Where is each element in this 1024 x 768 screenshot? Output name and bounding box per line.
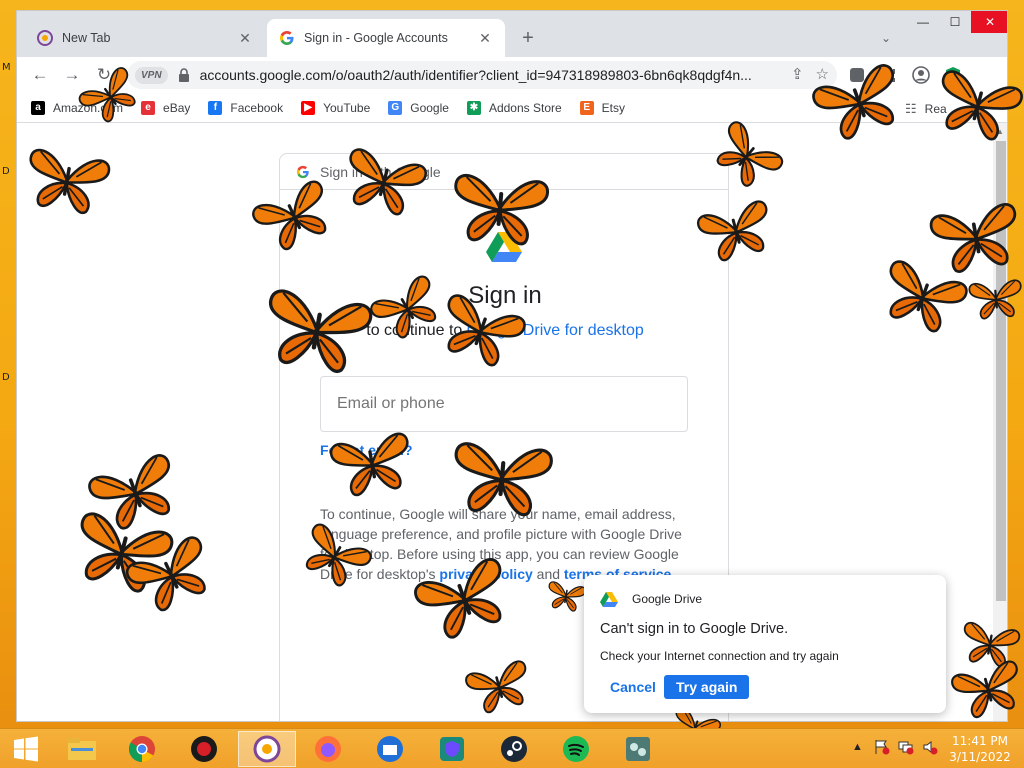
butterfly-decoration: [29, 148, 111, 215]
desktop-edge: M D D: [0, 0, 16, 728]
desktop-icon-label[interactable]: M: [2, 62, 11, 73]
tor-browser-icon: [37, 30, 53, 46]
bookmark-item[interactable]: e eBay: [141, 100, 191, 115]
desktop-icon-label[interactable]: D: [2, 372, 10, 383]
chrome-icon[interactable]: [116, 731, 168, 767]
notification-title: Can't sign in to Google Drive.: [600, 621, 789, 637]
bookmark-label: Addons Store: [488, 100, 562, 115]
notification-body: Check your Internet connection and try a…: [600, 649, 839, 663]
steam-logo-icon: [501, 736, 527, 762]
butterfly-decoration: [329, 432, 409, 497]
bookmark-label: Facebook: [230, 100, 284, 115]
firefox-icon[interactable]: [302, 731, 354, 767]
firefox-logo-icon: [315, 736, 341, 762]
bookmark-label: Google: [410, 100, 449, 115]
spotify-logo-icon: [563, 736, 589, 762]
tab-strip: New Tab ✕ Sign in - Google Accounts ✕ + …: [17, 11, 1007, 57]
network-disconnected-icon[interactable]: [898, 739, 914, 755]
close-window-button[interactable]: ✕: [971, 11, 1007, 33]
vpn-shield-icon: [440, 737, 464, 761]
bookmark-label: YouTube: [323, 100, 371, 115]
email-field[interactable]: [320, 376, 688, 432]
vpn-badge[interactable]: VPN: [135, 66, 168, 84]
try-again-button[interactable]: Try again: [664, 675, 750, 699]
start-button[interactable]: [0, 731, 52, 767]
address-bar[interactable]: VPN accounts.google.com/o/oauth2/auth/id…: [127, 61, 837, 89]
folder-icon: [68, 738, 96, 760]
back-arrow-icon[interactable]: ←: [29, 64, 51, 86]
tab-sign-in[interactable]: Sign in - Google Accounts ✕: [267, 19, 505, 57]
notification-header: Google Drive: [600, 591, 702, 607]
etsy-icon: E: [579, 100, 594, 115]
addons-store-icon: ✱: [466, 100, 481, 115]
close-icon[interactable]: ✕: [237, 30, 253, 46]
steam-icon[interactable]: [488, 731, 540, 767]
gears-icon: [626, 737, 650, 761]
bookmark-item[interactable]: ▶ YouTube: [301, 100, 371, 115]
thunderbird-logo-icon: [377, 736, 403, 762]
profile-icon[interactable]: [911, 65, 931, 85]
desktop-icon-label[interactable]: D: [2, 166, 10, 177]
amazon-icon: a: [31, 100, 45, 115]
youtube-icon: ▶: [301, 100, 316, 115]
file-explorer-icon[interactable]: [56, 731, 108, 767]
chrome-logo-icon: [128, 736, 155, 763]
tab-title: New Tab: [62, 31, 111, 45]
butterfly-decoration: [268, 289, 373, 373]
cancel-button[interactable]: Cancel: [604, 675, 662, 699]
red-app-icon[interactable]: [178, 731, 230, 767]
chevron-up-icon[interactable]: ▲: [852, 741, 863, 753]
butterfly-decoration: [454, 174, 550, 246]
lock-icon[interactable]: [178, 68, 190, 82]
volume-muted-icon[interactable]: [922, 739, 938, 755]
ebay-icon: e: [141, 100, 156, 115]
flag-alert-icon[interactable]: [874, 739, 890, 755]
share-icon[interactable]: ⇪: [791, 65, 804, 83]
bookmark-label: eBay: [163, 100, 191, 115]
google-g-icon: [280, 31, 294, 45]
taskbar: ▲ 11:41 PM 3/11/2022: [0, 728, 1024, 768]
chevron-down-icon[interactable]: ⌄: [875, 27, 897, 49]
bookmark-item[interactable]: f Facebook: [208, 100, 284, 115]
minimize-button[interactable]: —: [907, 11, 939, 33]
tor-browser-taskbar-icon[interactable]: [238, 731, 296, 767]
proton-vpn-icon[interactable]: [426, 731, 478, 767]
notification-app-name: Google Drive: [632, 592, 703, 606]
new-tab-button[interactable]: +: [515, 25, 541, 51]
gaming-app-icon: [191, 736, 217, 762]
butterfly-decoration: [968, 279, 1022, 320]
bookmark-item[interactable]: G Google: [388, 100, 449, 115]
maximize-button[interactable]: ☐: [939, 11, 971, 33]
close-icon[interactable]: ✕: [477, 30, 493, 46]
windows-logo-icon: [14, 736, 38, 762]
clock-time: 11:41 PM: [952, 734, 1008, 748]
system-clock[interactable]: 11:41 PM 3/11/2022: [944, 733, 1016, 765]
tor-browser-icon: [253, 735, 281, 763]
drive-notification: Google Drive Can't sign in to Google Dri…: [584, 575, 946, 713]
bookmark-item[interactable]: ✱ Addons Store: [466, 100, 562, 115]
tab-new-tab[interactable]: New Tab ✕: [25, 19, 265, 57]
network-app-icon[interactable]: [612, 731, 664, 767]
facebook-icon: f: [208, 100, 223, 115]
forward-arrow-icon[interactable]: →: [61, 64, 83, 86]
butterfly-decoration: [454, 442, 553, 517]
tab-title: Sign in - Google Accounts: [304, 31, 448, 45]
butterfly-decoration: [548, 581, 587, 612]
google-drive-icon: [600, 592, 618, 607]
spotify-icon[interactable]: [550, 731, 602, 767]
bookmark-item[interactable]: E Etsy: [579, 100, 626, 115]
url-text[interactable]: accounts.google.com/o/oauth2/auth/identi…: [200, 67, 760, 83]
clock-date: 3/11/2022: [949, 750, 1011, 764]
thunderbird-icon[interactable]: [364, 731, 416, 767]
google-icon: G: [388, 100, 403, 115]
bookmark-label: Etsy: [601, 100, 626, 115]
